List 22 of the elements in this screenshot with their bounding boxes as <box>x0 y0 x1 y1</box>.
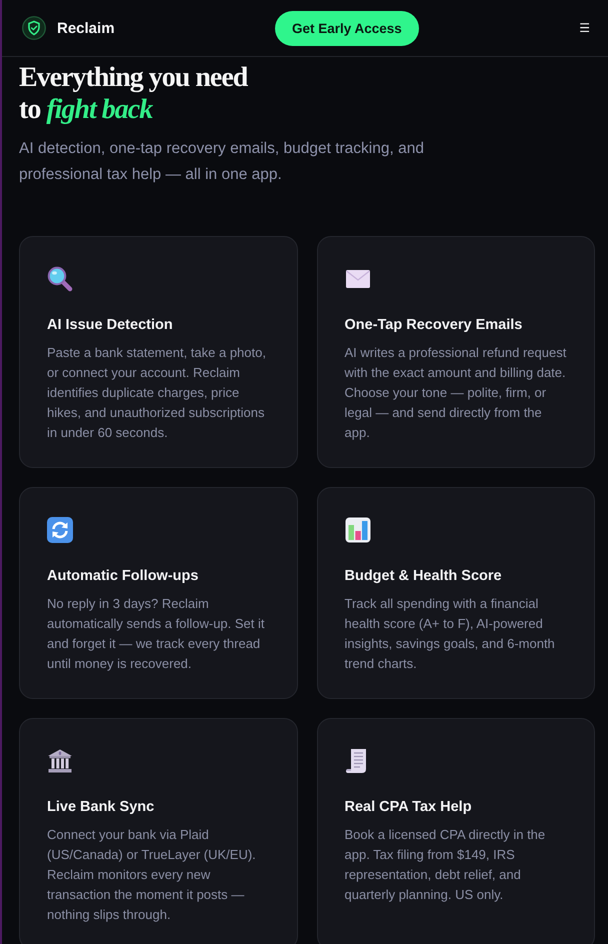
magnifier-icon <box>47 266 73 292</box>
bar-chart-icon <box>344 517 370 543</box>
feature-description: No reply in 3 days? Reclaim automatically sends a follow-up. Set it and forget it — we track every thread until money is recovered. <box>47 595 266 673</box>
hero-subtitle: AI detection, one-tap recovery emails, budget tracking, and professional tax help — all in one app. <box>19 139 425 185</box>
menu-button[interactable]: ☰ <box>579 21 590 35</box>
feature-description: Connect your bank via Plaid (US/Canada) or TrueLayer (UK/EU). Reclaim monitors every new transaction the moment it posts — nothing slips through. <box>47 826 257 924</box>
feature-title: One-Tap Recovery Emails <box>344 316 524 335</box>
refresh-icon <box>47 517 73 543</box>
feature-title: Automatic Follow-ups <box>47 567 200 586</box>
feature-description: Track all spending with a financial health score (A+ to F), AI-powered insights, savings goals, and 6-month trend charts. <box>344 595 556 673</box>
get-early-access-button[interactable]: Get Early Access <box>274 10 419 46</box>
feature-title: AI Issue Detection <box>47 316 174 335</box>
feature-description: Book a licensed CPA directly in the app. Tax filing from $149, IRS representation, debt relief, and quarterly planning. US only. <box>344 826 546 904</box>
bank-building-icon <box>47 748 73 774</box>
hero-heading: Everything you need to fight back <box>19 62 249 126</box>
feature-description: AI writes a professional refund request with the exact amount and billing date. Choose your tone — polite, firm, or legal — and send directly from the app. <box>344 344 567 442</box>
feature-title: Budget & Health Score <box>344 567 503 586</box>
shield-logo-icon <box>22 16 46 40</box>
feature-title: Live Bank Sync <box>47 798 156 817</box>
feature-description: Paste a bank statement, take a photo, or connect your account. Reclaim identifies duplicate charges, price hikes, and unauthorized subscriptions in under 60 seconds. <box>47 344 267 442</box>
brand-name: Reclaim <box>57 20 115 36</box>
feature-title: Real CPA Tax Help <box>344 798 473 817</box>
